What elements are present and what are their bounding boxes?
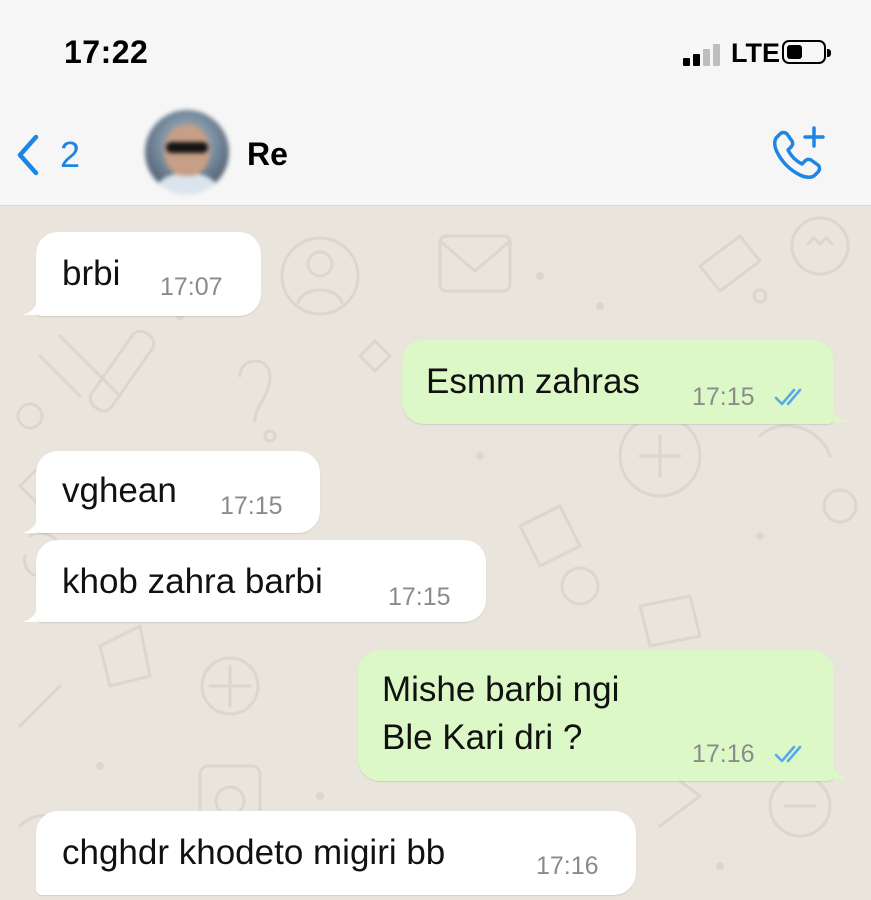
message-text: khob zahra barbi [62,562,323,601]
top-bar: 17:22 LTE 2 Re [0,0,871,206]
message-bubble-incoming[interactable]: vghean 17:15 [36,451,320,533]
message-text: vghean [62,471,177,510]
message-time: 17:16 [692,740,755,768]
back-button[interactable]: 2 [14,124,80,186]
message-text: Esmm zahras [426,362,640,401]
message-time: 17:07 [160,273,223,301]
chevron-left-icon [17,134,39,176]
double-check-icon [774,745,802,763]
unread-count: 2 [60,134,81,175]
message-time: 17:15 [220,492,283,520]
message-time: 17:16 [536,852,599,880]
status-time: 17:22 [64,34,149,70]
message-bubble-incoming[interactable]: chghdr khodeto migiri bb 17:16 [36,811,636,895]
message-bubble-outgoing[interactable]: Esmm zahras 17:15 [402,340,834,424]
message-bubble-incoming[interactable]: khob zahra barbi 17:15 [36,540,486,622]
battery-icon [782,40,831,64]
avatar[interactable] [145,110,229,194]
message-time: 17:15 [388,583,451,611]
chat-area[interactable]: brbi 17:07 Esmm zahras 17:15 vghean 17:1… [0,206,871,900]
message-text: Mishe barbi ngi Ble Kari dri ? [382,670,620,757]
contact-name[interactable]: Re [247,136,288,173]
message-text: brbi [62,254,121,293]
phone-plus-icon[interactable] [770,124,828,182]
message-bubble-incoming[interactable]: brbi 17:07 [36,232,261,316]
network-type: LTE [731,38,780,68]
message-bubble-outgoing[interactable]: Mishe barbi ngi Ble Kari dri ? 17:16 [358,650,834,781]
message-text: chghdr khodeto migiri bb [62,833,446,872]
cellular-signal-icon [683,42,725,66]
double-check-icon [774,388,802,406]
message-time: 17:15 [692,383,755,411]
